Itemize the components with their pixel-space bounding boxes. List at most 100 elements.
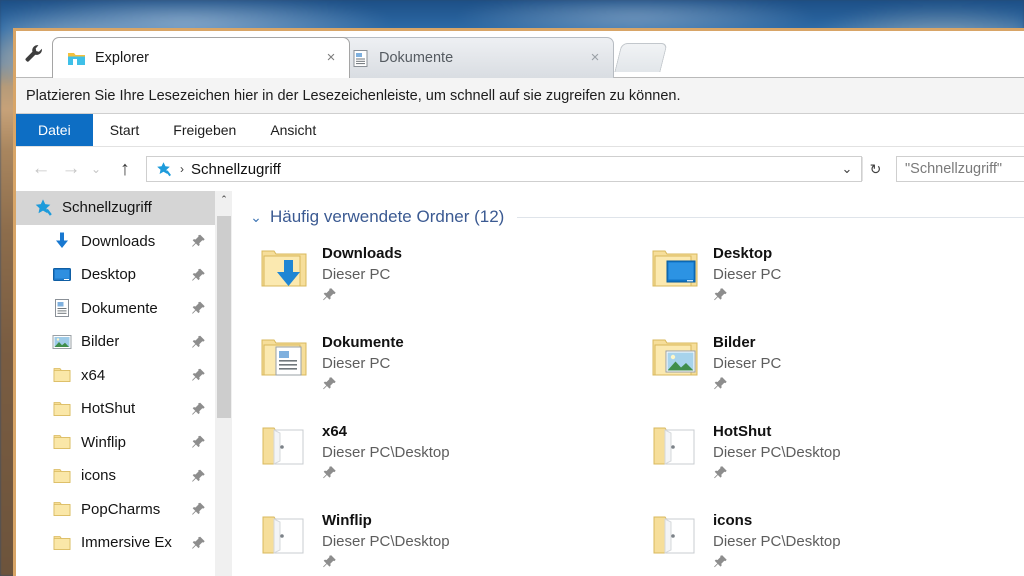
picture-icon [52, 332, 72, 352]
star-pin-icon [155, 161, 172, 178]
close-icon[interactable]: × [323, 50, 339, 66]
sidebar-item-downloads[interactable]: Downloads [16, 225, 215, 259]
group-header[interactable]: ⌄ Häufig verwendete Ordner (12) [246, 204, 1024, 230]
wrench-icon[interactable] [23, 42, 45, 64]
folder-open-icon [651, 511, 701, 559]
new-tab-button[interactable] [614, 43, 668, 72]
sidebar-item-desktop[interactable]: Desktop [16, 258, 215, 292]
sidebar-item-label: icons [81, 467, 117, 485]
navigation-scrollbar[interactable]: ⌃ [215, 191, 232, 576]
scrollbar-thumb[interactable] [217, 216, 231, 418]
folder-open-icon [260, 511, 310, 559]
file-item[interactable]: Dokumente Dieser PC [246, 329, 637, 418]
sidebar-item-icons[interactable]: icons [16, 459, 215, 493]
tab-label: Explorer [95, 50, 149, 66]
folder-desktop-icon [651, 244, 701, 292]
pin-icon[interactable] [322, 465, 337, 480]
window-content: Schnellzugriff Downloads Desktop Dokumente B… [16, 191, 1024, 576]
pin-icon[interactable] [191, 267, 206, 282]
folder-documents-icon [260, 333, 310, 381]
refresh-icon[interactable]: ↻ [862, 157, 888, 181]
pin-icon[interactable] [322, 287, 337, 302]
file-item[interactable]: HotShut Dieser PC\Desktop [637, 418, 1024, 507]
tab-dokumente[interactable]: Dokumente × [336, 37, 614, 78]
folder-icon [52, 399, 72, 419]
pin-icon[interactable] [191, 301, 206, 316]
file-item-name: Desktop [713, 245, 773, 262]
file-item-path: Dieser PC\Desktop [322, 444, 450, 461]
file-item[interactable]: Bilder Dieser PC [637, 329, 1024, 418]
breadcrumb-separator: › [180, 162, 184, 176]
sidebar-item-winflip[interactable]: Winflip [16, 426, 215, 460]
file-list-pane: ⌄ Häufig verwendete Ordner (12) Download… [232, 191, 1024, 576]
bookmarks-hint: Platzieren Sie Ihre Lesezeichen hier in … [26, 87, 681, 104]
file-item[interactable]: Winflip Dieser PC\Desktop [246, 507, 637, 576]
folder-downloads-icon [260, 244, 310, 292]
ribbon-tab-freigeben[interactable]: Freigeben [156, 114, 253, 146]
breadcrumb-current[interactable]: Schnellzugriff [191, 161, 281, 178]
recent-locations-icon[interactable]: ⌄ [86, 154, 106, 184]
pin-icon[interactable] [191, 234, 206, 249]
back-icon[interactable]: ← [26, 154, 56, 184]
folder-open-icon [651, 422, 701, 470]
forward-icon[interactable]: → [56, 154, 86, 184]
pin-icon[interactable] [191, 435, 206, 450]
monitor-icon [52, 265, 72, 285]
folder-icon [52, 365, 72, 385]
pin-icon[interactable] [191, 502, 206, 517]
scroll-up-icon[interactable]: ⌃ [216, 191, 232, 208]
up-icon[interactable]: ↑ [110, 154, 140, 184]
pin-icon[interactable] [713, 376, 728, 391]
folder-icon [52, 432, 72, 452]
search-input[interactable]: "Schnellzugriff" [896, 156, 1024, 182]
file-item[interactable]: x64 Dieser PC\Desktop [246, 418, 637, 507]
file-item-name: Winflip [322, 512, 372, 529]
sidebar-item-dokumente[interactable]: Dokumente [16, 292, 215, 326]
pin-icon[interactable] [191, 334, 206, 349]
sidebar-item-schnellzugriff[interactable]: Schnellzugriff [16, 191, 215, 225]
explorer-window: Explorer × Dokumente × Platzieren Sie Ih… [13, 28, 1024, 576]
file-item-text: Desktop Dieser PC [713, 243, 781, 329]
pin-icon[interactable] [322, 376, 337, 391]
sidebar-item-x64[interactable]: x64 [16, 359, 215, 393]
sidebar-item-bilder[interactable]: Bilder [16, 325, 215, 359]
file-item-path: Dieser PC [713, 355, 782, 372]
pin-icon[interactable] [191, 401, 206, 416]
sidebar-item-label: Bilder [81, 333, 120, 351]
pin-icon[interactable] [713, 554, 728, 569]
sidebar-item-hotshut[interactable]: HotShut [16, 392, 215, 426]
tab-explorer[interactable]: Explorer × [52, 37, 350, 78]
document-icon [351, 49, 370, 68]
chevron-down-icon[interactable]: ⌄ [833, 157, 861, 181]
pin-icon[interactable] [713, 465, 728, 480]
pin-icon[interactable] [191, 535, 206, 550]
file-item[interactable]: Downloads Dieser PC [246, 240, 637, 329]
folder-open-icon [260, 422, 310, 470]
sidebar-item-popcharms[interactable]: PopCharms [16, 493, 215, 527]
file-item-text: icons Dieser PC\Desktop [713, 510, 841, 576]
file-item-name: Dokumente [322, 334, 404, 351]
pin-icon[interactable] [191, 368, 206, 383]
close-icon[interactable]: × [587, 50, 603, 66]
file-item[interactable]: Desktop Dieser PC [637, 240, 1024, 329]
folder-icon [52, 466, 72, 486]
star-pin-icon [33, 198, 53, 218]
pin-icon[interactable] [322, 554, 337, 569]
file-item-text: HotShut Dieser PC\Desktop [713, 421, 841, 507]
ribbon-tab-start[interactable]: Start [93, 114, 157, 146]
pin-icon[interactable] [191, 468, 206, 483]
file-item-name: Downloads [322, 245, 403, 262]
file-item[interactable]: icons Dieser PC\Desktop [637, 507, 1024, 576]
sidebar-item-immersive-ex[interactable]: Immersive Ex [16, 526, 215, 560]
chevron-down-icon[interactable]: ⌄ [250, 209, 262, 226]
ribbon-tab-datei[interactable]: Datei [16, 114, 93, 146]
address-input[interactable]: › Schnellzugriff ⌄ [146, 156, 862, 182]
file-item-path: Dieser PC [322, 266, 391, 283]
file-item-path: Dieser PC [713, 266, 782, 283]
tab-strip: Explorer × Dokumente × [16, 31, 1024, 78]
sidebar-item-label: Schnellzugriff [62, 199, 152, 217]
pin-icon[interactable] [713, 287, 728, 302]
group-divider [517, 216, 1024, 218]
ribbon-tab-ansicht[interactable]: Ansicht [253, 114, 333, 146]
file-item-name: Bilder [713, 334, 756, 351]
